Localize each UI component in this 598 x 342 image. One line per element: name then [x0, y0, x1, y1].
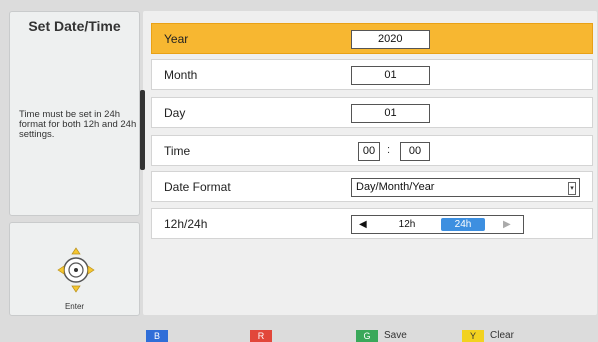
- hour-mode-toggle[interactable]: ◀ 12h 24h ▶: [351, 215, 524, 234]
- time-separator: :: [387, 144, 391, 156]
- year-input[interactable]: 2020: [351, 30, 430, 49]
- row-month[interactable]: Month 01: [151, 59, 593, 90]
- save-label: Save: [384, 330, 407, 341]
- row-year[interactable]: Year 2020: [151, 23, 593, 54]
- arrow-left-icon[interactable]: ◀: [359, 216, 367, 233]
- option-24h[interactable]: 24h: [441, 218, 485, 231]
- date-format-value: Day/Month/Year: [356, 181, 435, 193]
- navigation-panel: Enter: [9, 222, 140, 316]
- time-label: Time: [164, 144, 191, 158]
- row-date-format[interactable]: Date Format Day/Month/Year ▾: [151, 171, 593, 202]
- green-key-button[interactable]: G: [356, 330, 378, 342]
- date-format-label: Date Format: [164, 180, 231, 194]
- day-input[interactable]: 01: [351, 104, 430, 123]
- dropdown-arrow-icon: ▾: [568, 182, 576, 195]
- page-title: Set Date/Time: [28, 18, 121, 34]
- minute-input[interactable]: 00: [400, 142, 430, 161]
- row-time[interactable]: Time 00 : 00: [151, 135, 593, 166]
- yellow-key-button[interactable]: Y: [462, 330, 484, 342]
- help-text: Time must be set in 24h format for both …: [19, 109, 137, 140]
- blue-key-button[interactable]: B: [146, 330, 168, 342]
- row-hour-mode[interactable]: 12h/24h ◀ 12h 24h ▶: [151, 208, 593, 239]
- dpad-icon[interactable]: [57, 245, 95, 295]
- day-label: Day: [164, 106, 186, 120]
- date-format-select[interactable]: Day/Month/Year ▾: [351, 178, 580, 197]
- row-day[interactable]: Day 01: [151, 97, 593, 128]
- option-12h[interactable]: 12h: [392, 216, 422, 233]
- clear-label: Clear: [490, 330, 514, 341]
- month-input[interactable]: 01: [351, 66, 430, 85]
- red-key-button[interactable]: R: [250, 330, 272, 342]
- info-panel: Set Date/Time Time must be set in 24h fo…: [9, 11, 140, 216]
- arrow-right-icon[interactable]: ▶: [503, 216, 511, 233]
- enter-label: Enter: [64, 302, 85, 311]
- year-label: Year: [164, 32, 189, 46]
- hour-mode-label: 12h/24h: [164, 217, 208, 231]
- hour-input[interactable]: 00: [358, 142, 380, 161]
- scroll-indicator: [140, 90, 145, 170]
- month-label: Month: [164, 68, 198, 82]
